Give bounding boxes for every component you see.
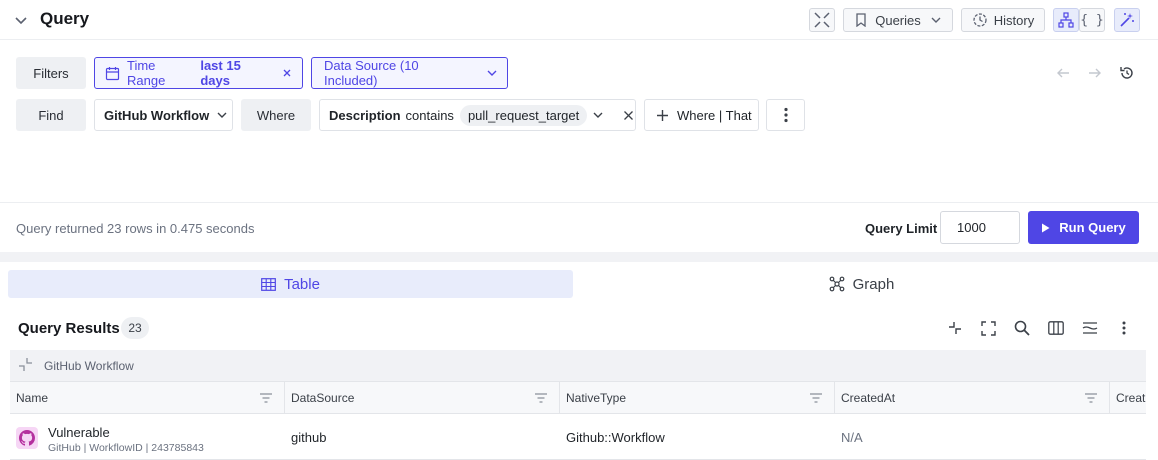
time-range-value: last 15 days [200,58,241,88]
run-query-button[interactable]: Run Query [1028,211,1139,244]
chevron-down-icon[interactable] [12,11,30,29]
row-subtitle: GitHub | WorkflowID | 243785843 [48,442,204,454]
column-header-name[interactable]: Name [10,382,285,414]
add-condition-button[interactable]: Where | That [644,99,759,131]
fullscreen-icon[interactable] [978,318,998,338]
group-header-row[interactable]: GitHub Workflow [10,350,1146,382]
section-divider [0,252,1158,262]
play-icon [1041,223,1050,233]
chevron-down-icon [217,111,227,119]
entity-type-select[interactable]: GitHub Workflow [94,99,233,131]
results-title: Query Results [18,320,120,337]
results-count-badge: 23 [121,317,149,339]
row-density-icon[interactable] [1080,318,1100,338]
chevron-down-icon [487,69,497,77]
bookmark-icon [855,13,867,27]
plus-icon [656,109,669,122]
query-header: Query Queries History { } [0,0,1158,40]
column-label: Name [16,391,49,405]
redo-icon[interactable] [1087,65,1103,81]
graph-view-toggle[interactable] [1053,8,1079,32]
close-icon[interactable] [282,68,292,78]
kebab-menu-icon [783,107,788,123]
table-header-row: Name DataSource NativeType CreatedAt Cre… [10,382,1146,414]
condition-operator: contains [405,107,454,123]
column-label: Creat [1116,391,1146,405]
data-source-filter[interactable]: Data Source (10 Included) [311,57,508,89]
where-button[interactable]: Where [241,99,311,131]
row-name[interactable]: Vulnerable [48,425,110,440]
collapse-group-icon[interactable] [18,357,34,376]
page-title: Query [40,9,90,28]
close-icon[interactable] [623,110,634,121]
collapse-all-icon[interactable] [945,318,965,338]
filters-button[interactable]: Filters [16,57,86,89]
filter-icon[interactable] [810,392,822,406]
table-row[interactable]: Vulnerable GitHub | WorkflowID | 2437858… [10,415,1146,460]
collapse-panel-button[interactable] [809,8,835,32]
data-source-label: Data Source (10 Included) [324,58,419,88]
ai-assist-button[interactable] [1114,8,1140,32]
filter-icon[interactable] [535,392,547,406]
calendar-icon [105,66,120,81]
query-status-bar: Query returned 23 rows in 0.475 seconds … [0,202,1158,252]
cell-datasource: github [291,430,327,445]
column-label: NativeType [566,391,627,405]
query-limit-label: Query Limit [865,221,938,236]
history-icon [972,12,988,28]
search-icon[interactable] [1012,318,1032,338]
table-icon [261,277,276,291]
filter-icon[interactable] [1085,392,1097,406]
queries-dropdown[interactable]: Queries [843,8,953,32]
chevron-down-icon[interactable] [593,111,603,119]
json-view-toggle[interactable]: { } [1079,8,1105,32]
cell-createdat: N/A [841,430,863,445]
query-summary: Query returned 23 rows in 0.475 seconds [16,221,255,236]
filter-icon[interactable] [260,392,272,406]
find-button[interactable]: Find [16,99,86,131]
column-header-nativetype[interactable]: NativeType [560,382,835,414]
magic-wand-icon [1119,12,1135,28]
columns-icon[interactable] [1046,318,1066,338]
column-label: DataSource [291,391,355,405]
condition-field: Description [329,107,401,123]
time-range-filter[interactable]: Time Range last 15 days [94,57,303,89]
kebab-menu-icon[interactable] [1114,318,1134,338]
tab-graph[interactable]: Graph [573,270,1150,298]
more-options-button[interactable] [766,99,805,131]
entity-type-label: GitHub Workflow [104,107,210,123]
graph-nodes-icon [829,276,845,292]
query-limit-input[interactable]: 1000 [940,211,1020,244]
queries-label: Queries [875,12,921,28]
cell-name: Vulnerable GitHub | WorkflowID | 2437858… [10,415,285,460]
reset-history-icon[interactable] [1119,65,1135,81]
history-label: History [993,12,1035,28]
history-button[interactable]: History [961,8,1045,32]
add-condition-label: Where | That [677,107,752,123]
hierarchy-icon [1058,12,1074,28]
group-label: GitHub Workflow [44,359,134,373]
tab-graph-label: Graph [852,275,895,293]
cell-nativetype: Github::Workflow [566,430,665,445]
github-icon [16,427,38,449]
tab-table[interactable]: Table [8,270,573,298]
undo-icon[interactable] [1055,65,1071,81]
chevron-down-icon [931,16,941,24]
tab-table-label: Table [284,275,320,293]
column-label: CreatedAt [841,391,896,405]
query-builder: Filters Time Range last 15 days Data Sou… [0,41,1158,201]
condition-value[interactable]: pull_request_target [459,104,588,126]
column-header-created[interactable]: Creat [1110,382,1146,414]
braces-icon: { } [1080,12,1104,28]
run-query-label: Run Query [1059,220,1126,235]
time-range-label: Time Range [127,58,166,88]
column-header-createdat[interactable]: CreatedAt [835,382,1110,414]
shrink-arrows-icon [813,11,831,29]
where-condition[interactable]: Description contains pull_request_target [319,99,636,131]
column-header-datasource[interactable]: DataSource [285,382,560,414]
